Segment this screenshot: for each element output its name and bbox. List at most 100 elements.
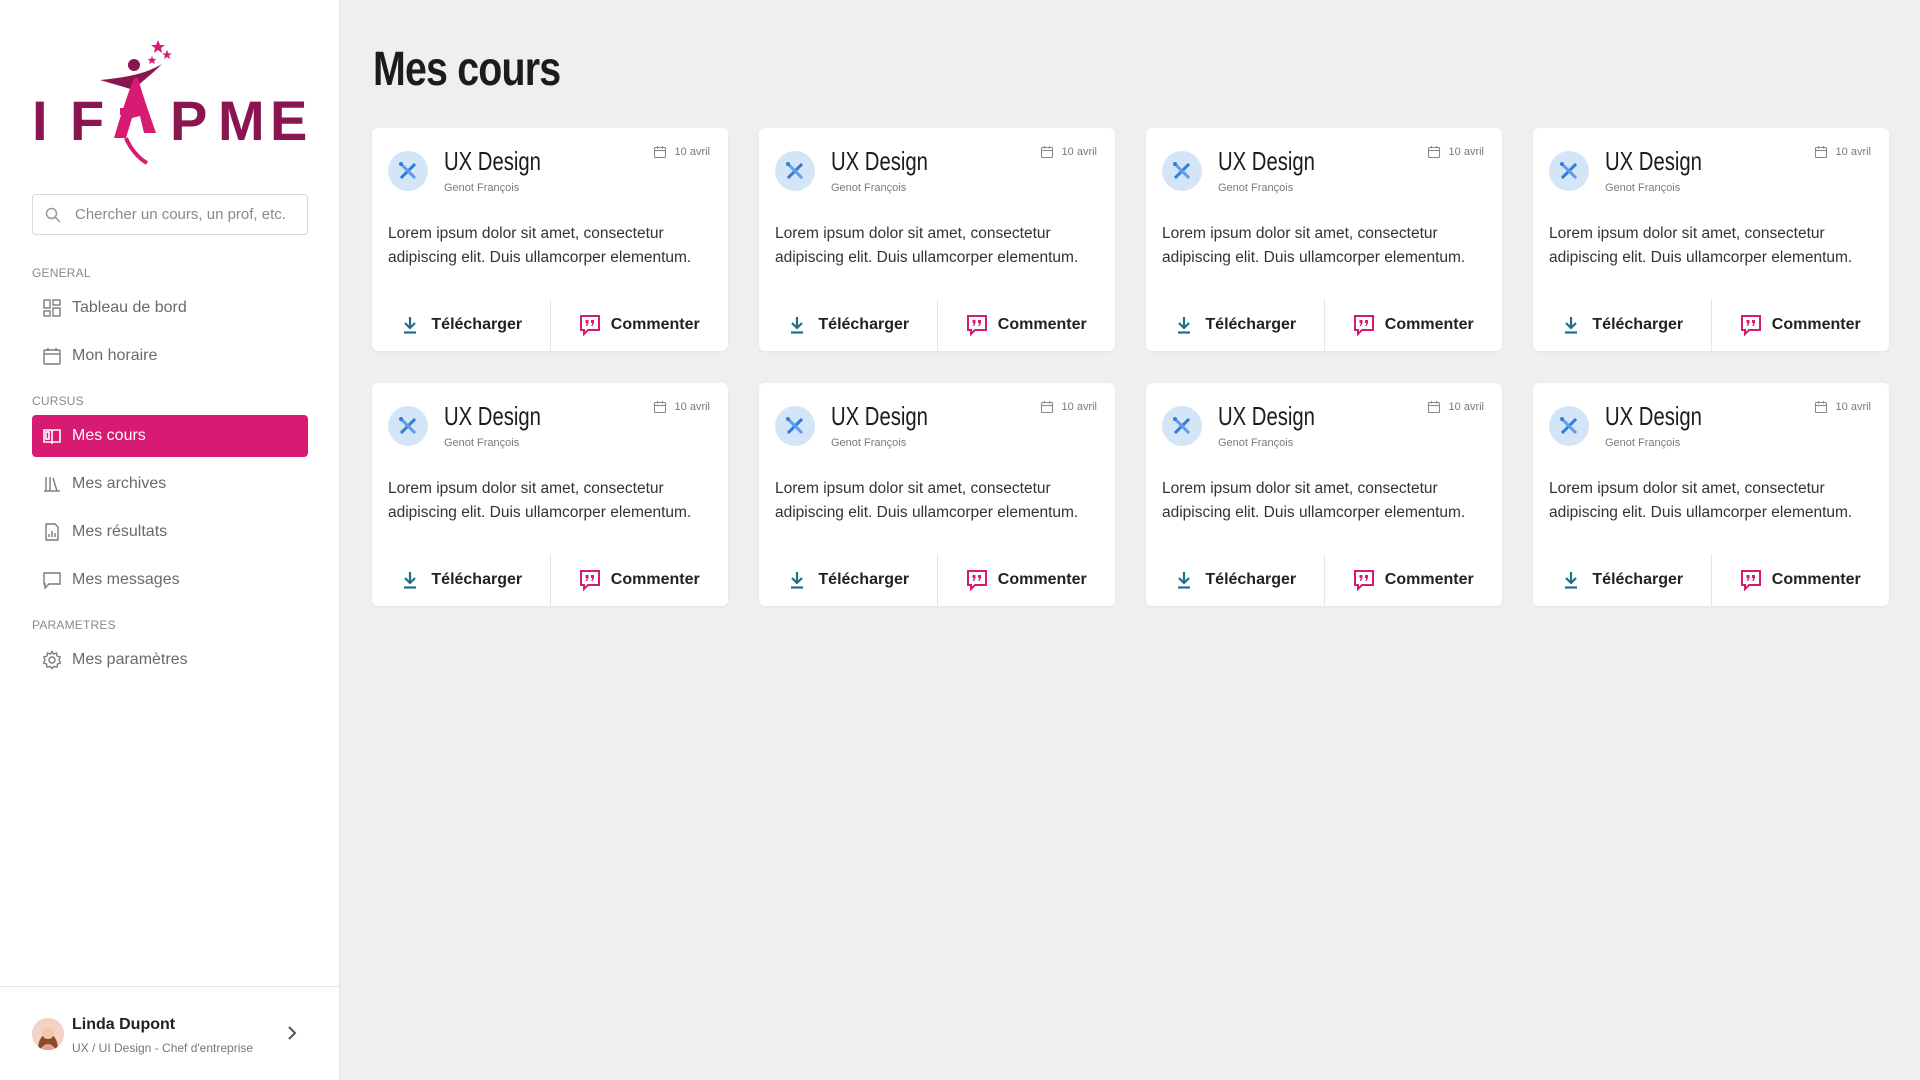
search-box[interactable] [32, 194, 308, 235]
course-description: Lorem ipsum dolor sit amet, consectetur … [388, 225, 692, 266]
sidebar-item-label: Mon horaire [72, 347, 158, 364]
course-title: UX Design [831, 146, 928, 176]
course-date-text: 10 avril [674, 146, 710, 158]
course-date-text: 10 avril [1448, 146, 1484, 158]
design-tools-icon [1162, 406, 1202, 446]
comment-label: Commenter [1771, 571, 1861, 588]
course-card[interactable]: UX Design Genot François 10 avril Lorem … [372, 383, 728, 606]
svg-text:E: E [270, 89, 307, 152]
course-card[interactable]: UX Design Genot François 10 avril Lorem … [1146, 383, 1502, 606]
sidebar-item-tableau-de-bord[interactable]: Tableau de bord [32, 287, 308, 329]
download-icon [791, 317, 804, 334]
user-profile[interactable]: Linda Dupont UX / UI Design - Chef d'ent… [0, 986, 340, 1080]
course-card[interactable]: UX Design Genot François 10 avril Lorem … [372, 128, 728, 351]
download-icon [1565, 317, 1578, 334]
calendar-icon [653, 146, 666, 159]
comment-quote-icon [966, 315, 987, 336]
download-button[interactable]: Télécharger [1146, 554, 1324, 606]
comment-button[interactable]: Commenter [1712, 554, 1890, 606]
sidebar-item-mes-cours[interactable]: Mes cours [32, 415, 308, 457]
download-button[interactable]: Télécharger [372, 554, 550, 606]
download-button[interactable]: Télécharger [1533, 554, 1711, 606]
download-button[interactable]: Télécharger [759, 299, 937, 351]
comment-label: Commenter [610, 571, 700, 588]
comment-button[interactable]: Commenter [1325, 554, 1503, 606]
course-actions: Télécharger Commenter [372, 299, 728, 351]
comment-label: Commenter [1771, 316, 1861, 333]
download-label: Télécharger [818, 316, 910, 333]
report-icon [45, 523, 59, 541]
course-card[interactable]: UX Design Genot François 10 avril Lorem … [1146, 128, 1502, 351]
download-icon [791, 572, 804, 589]
comment-button[interactable]: Commenter [551, 299, 729, 351]
search-icon [45, 207, 61, 223]
chevron-right-icon[interactable] [282, 1023, 302, 1043]
design-tools-icon [775, 151, 815, 191]
calendar-icon [1814, 401, 1827, 414]
sidebar-item-mes-parametres[interactable]: Mes paramètres [32, 639, 308, 681]
course-title: UX Design [444, 146, 541, 176]
calendar-icon [1427, 146, 1440, 159]
svg-text:P: P [170, 89, 207, 152]
calendar-icon [1040, 146, 1053, 159]
comment-button[interactable]: Commenter [938, 554, 1116, 606]
download-icon [404, 317, 417, 334]
course-card[interactable]: UX Design Genot François 10 avril Lorem … [1533, 383, 1889, 606]
comment-button[interactable]: Commenter [938, 299, 1116, 351]
profile-role: UX / UI Design - Chef d'entreprise [72, 1041, 254, 1055]
ifapme-logo[interactable]: I F P M E [30, 38, 310, 168]
course-date: 10 avril [653, 400, 710, 414]
calendar-icon [653, 401, 666, 414]
calendar-icon [43, 348, 61, 365]
download-label: Télécharger [1205, 571, 1297, 588]
comment-quote-icon [1353, 570, 1374, 591]
download-button[interactable]: Télécharger [372, 299, 550, 351]
course-author: Genot François [1218, 437, 1294, 449]
course-date: 10 avril [1427, 400, 1484, 414]
calendar-icon [1814, 146, 1827, 159]
comment-button[interactable]: Commenter [1712, 299, 1890, 351]
download-icon [404, 572, 417, 589]
download-label: Télécharger [431, 316, 523, 333]
section-label-cursus: CURSUS [32, 394, 84, 408]
avatar[interactable] [32, 1018, 64, 1050]
course-author: Genot François [1605, 182, 1681, 194]
download-label: Télécharger [1592, 571, 1684, 588]
comment-button[interactable]: Commenter [551, 554, 729, 606]
course-card[interactable]: UX Design Genot François 10 avril Lorem … [759, 128, 1115, 351]
sidebar-item-label: Tableau de bord [72, 299, 187, 316]
open-book-icon [43, 429, 61, 445]
sidebar-item-mes-messages[interactable]: Mes messages [32, 559, 308, 601]
course-card[interactable]: UX Design Genot François 10 avril Lorem … [1533, 128, 1889, 351]
design-tools-icon [388, 406, 428, 446]
download-button[interactable]: Télécharger [1146, 299, 1324, 351]
sidebar-item-mes-archives[interactable]: Mes archives [32, 463, 308, 505]
download-label: Télécharger [818, 571, 910, 588]
logo-star [151, 40, 165, 53]
course-date-text: 10 avril [1448, 401, 1484, 413]
course-card[interactable]: UX Design Genot François 10 avril Lorem … [759, 383, 1115, 606]
comment-button[interactable]: Commenter [1325, 299, 1503, 351]
course-description: Lorem ipsum dolor sit amet, consectetur … [775, 225, 1079, 266]
course-title: UX Design [1605, 146, 1702, 176]
design-tools-icon [388, 151, 428, 191]
sidebar-item-label: Mes archives [72, 475, 167, 492]
download-icon [1565, 572, 1578, 589]
course-title: UX Design [1218, 401, 1315, 431]
sidebar-item-mon-horaire[interactable]: Mon horaire [32, 335, 308, 377]
gear-icon [42, 650, 62, 670]
course-date-text: 10 avril [1061, 146, 1097, 158]
course-actions: Télécharger Commenter [759, 299, 1115, 351]
download-label: Télécharger [1592, 316, 1684, 333]
svg-text:F: F [70, 89, 104, 152]
comment-label: Commenter [997, 316, 1087, 333]
sidebar-item-mes-resultats[interactable]: Mes résultats [32, 511, 308, 553]
download-button[interactable]: Télécharger [1533, 299, 1711, 351]
search-input[interactable] [75, 206, 295, 223]
download-button[interactable]: Télécharger [759, 554, 937, 606]
design-tools-icon [775, 406, 815, 446]
course-date: 10 avril [1814, 145, 1871, 159]
dashboard-icon [43, 299, 61, 317]
sidebar-item-label: Mes paramètres [72, 651, 188, 668]
course-author: Genot François [831, 437, 907, 449]
